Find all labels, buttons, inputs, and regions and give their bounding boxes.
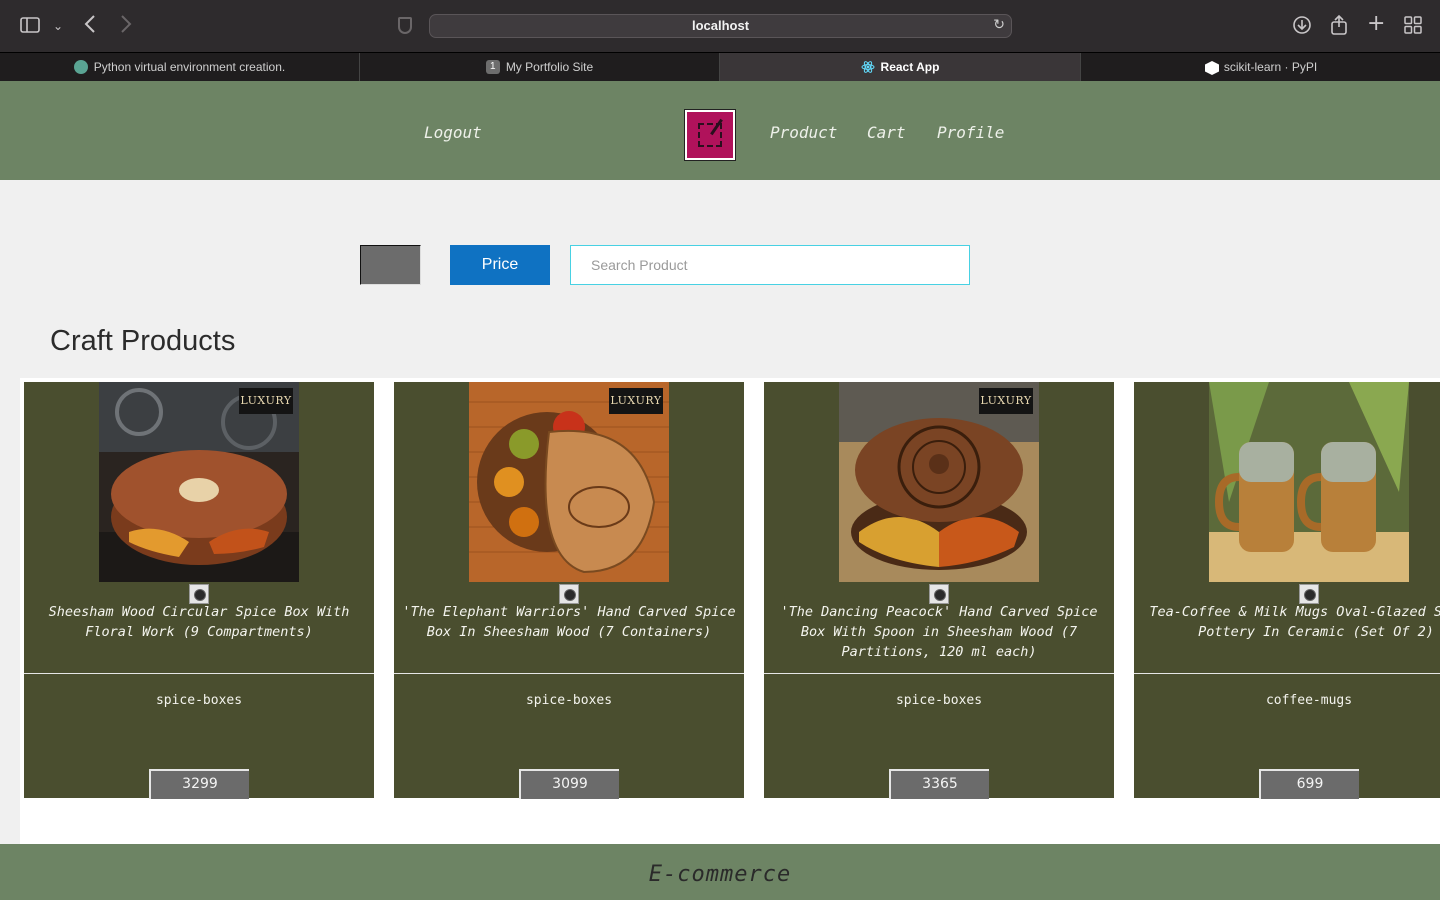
browser-toolbar: ⌄ localhost ↻ + — [0, 0, 1440, 52]
luxury-badge: LUXURY — [979, 388, 1033, 414]
product-name: 'The Elephant Warriors' Hand Carved Spic… — [402, 604, 736, 640]
tab-python-venv[interactable]: Python virtual environment creation. — [0, 53, 360, 81]
chevron-down-icon[interactable]: ⌄ — [53, 16, 63, 36]
section-title: Craft Products — [50, 325, 236, 357]
divider — [1134, 673, 1440, 674]
product-name: Tea-Coffee & Milk Mugs Oval-Glazed Studi… — [1149, 604, 1440, 640]
new-tab-icon[interactable]: + — [1367, 13, 1385, 35]
select-radio-icon[interactable] — [189, 584, 209, 604]
product-category: spice-boxes — [525, 693, 613, 708]
product-price[interactable]: 3099 — [519, 769, 619, 799]
nav-product[interactable]: Product — [770, 123, 837, 142]
category-select[interactable] — [360, 245, 421, 285]
tab-label: My Portfolio Site — [505, 60, 594, 74]
logout-link[interactable]: Logout — [424, 123, 482, 142]
tab-pypi[interactable]: scikit-learn · PyPI — [1081, 53, 1440, 81]
divider — [394, 673, 744, 674]
product-name: 'The Dancing Peacock' Hand Carved Spice … — [780, 604, 1098, 660]
product-price[interactable]: 3299 — [149, 769, 249, 799]
footer-title: E-commerce — [648, 862, 792, 887]
divider — [24, 673, 374, 674]
forward-icon[interactable] — [120, 14, 132, 39]
luxury-badge: LUXURY — [239, 388, 293, 414]
product-card[interactable]: Tea-Coffee & Milk Mugs Oval-Glazed Studi… — [1134, 382, 1440, 799]
url-text[interactable]: localhost — [430, 18, 1011, 33]
select-radio-icon[interactable] — [929, 584, 949, 604]
footer: E-commerce — [0, 844, 1440, 900]
product-category: spice-boxes — [895, 693, 983, 708]
share-icon[interactable] — [1330, 14, 1348, 41]
product-image[interactable] — [1209, 382, 1409, 582]
price-sort-button[interactable]: Price — [450, 245, 550, 285]
select-radio-icon[interactable] — [559, 584, 579, 604]
privacy-shield-icon[interactable] — [398, 17, 412, 34]
downloads-icon[interactable] — [1292, 15, 1312, 40]
site-logo[interactable] — [684, 109, 736, 161]
chatgpt-icon — [73, 60, 88, 74]
tab-react-app[interactable]: React App — [720, 53, 1081, 81]
select-radio-icon[interactable] — [1299, 584, 1319, 604]
product-price[interactable]: 699 — [1259, 769, 1359, 799]
product-category: coffee-mugs — [1265, 693, 1353, 708]
product-name: Sheesham Wood Circular Spice Box With Fl… — [48, 604, 350, 640]
product-image[interactable]: LUXURY — [469, 382, 669, 582]
product-price[interactable]: 3365 — [889, 769, 989, 799]
react-icon — [861, 60, 875, 74]
product-card[interactable]: LUXURY 'The Dancing Peacock' Hand Carved… — [764, 382, 1114, 799]
nav-cart[interactable]: Cart — [867, 123, 906, 142]
nav-profile[interactable]: Profile — [937, 123, 1004, 142]
reload-icon[interactable]: ↻ — [993, 17, 1005, 33]
product-category: spice-boxes — [155, 693, 243, 708]
product-grid: LUXURY Sheesham Wood Circular Spice Box … — [20, 378, 1440, 844]
product-card[interactable]: LUXURY Sheesham Wood Circular Spice Box … — [24, 382, 374, 799]
search-input[interactable] — [570, 245, 970, 285]
number-1-icon: 1 — [485, 60, 500, 74]
luxury-badge: LUXURY — [609, 388, 663, 414]
product-image[interactable]: LUXURY — [839, 382, 1039, 582]
tab-overview-icon[interactable] — [1404, 16, 1422, 39]
tab-bar: Python virtual environment creation. 1 M… — [0, 52, 1440, 81]
back-icon[interactable] — [84, 14, 96, 39]
product-card[interactable]: LUXURY 'The Elephant Warriors' Hand Carv… — [394, 382, 744, 799]
tab-label: scikit-learn · PyPI — [1223, 60, 1318, 74]
sidebar-toggle-icon[interactable] — [20, 16, 40, 39]
app-header: Logout Product Cart Profile — [0, 81, 1440, 180]
product-image[interactable]: LUXURY — [99, 382, 299, 582]
tab-label: React App — [880, 60, 940, 74]
divider — [764, 673, 1114, 674]
pypi-icon — [1204, 60, 1219, 75]
tab-label: Python virtual environment creation. — [93, 60, 286, 74]
tab-portfolio[interactable]: 1 My Portfolio Site — [360, 53, 720, 81]
address-bar[interactable]: localhost ↻ — [429, 14, 1012, 38]
